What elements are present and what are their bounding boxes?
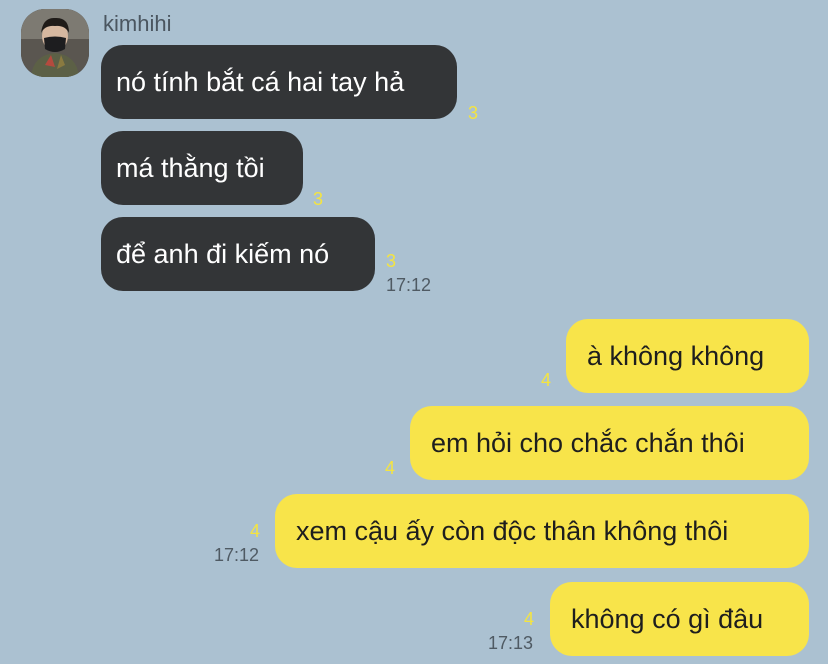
unread-count: 3 <box>386 251 397 271</box>
message-text: không có gì đâu <box>571 603 764 634</box>
message-text: để anh đi kiếm nó <box>116 238 330 269</box>
incoming-message-bubble[interactable]: má thằng tồi <box>101 131 303 205</box>
message-text: xem cậu ấy còn độc thân không thôi <box>296 515 729 546</box>
incoming-message-bubble[interactable]: nó tính bắt cá hai tay hả <box>101 45 457 119</box>
outgoing-message-bubble[interactable]: em hỏi cho chắc chắn thôi <box>410 406 809 480</box>
sender-name: kimhihi <box>103 11 172 36</box>
incoming-message-bubble[interactable]: để anh đi kiếm nó <box>101 217 375 291</box>
unread-count: 4 <box>385 458 396 478</box>
outgoing-message-bubble[interactable]: xem cậu ấy còn độc thân không thôi <box>275 494 809 568</box>
unread-count: 3 <box>313 189 324 209</box>
message-timestamp: 17:13 <box>488 633 534 653</box>
message-text: má thằng tồi <box>116 152 265 183</box>
message-text: em hỏi cho chắc chắn thôi <box>431 427 745 458</box>
unread-count: 4 <box>541 370 552 390</box>
outgoing-message-bubble[interactable]: không có gì đâu <box>550 582 809 656</box>
unread-count: 3 <box>468 103 479 123</box>
person-avatar-icon <box>21 9 89 77</box>
unread-count: 4 <box>524 609 535 629</box>
message-timestamp: 17:12 <box>386 275 432 295</box>
unread-count: 4 <box>250 521 261 541</box>
message-text: à không không <box>587 340 765 371</box>
avatar[interactable] <box>21 9 89 77</box>
message-text: nó tính bắt cá hai tay hả <box>116 66 405 97</box>
outgoing-message-bubble[interactable]: à không không <box>566 319 809 393</box>
message-timestamp: 17:12 <box>214 545 260 565</box>
